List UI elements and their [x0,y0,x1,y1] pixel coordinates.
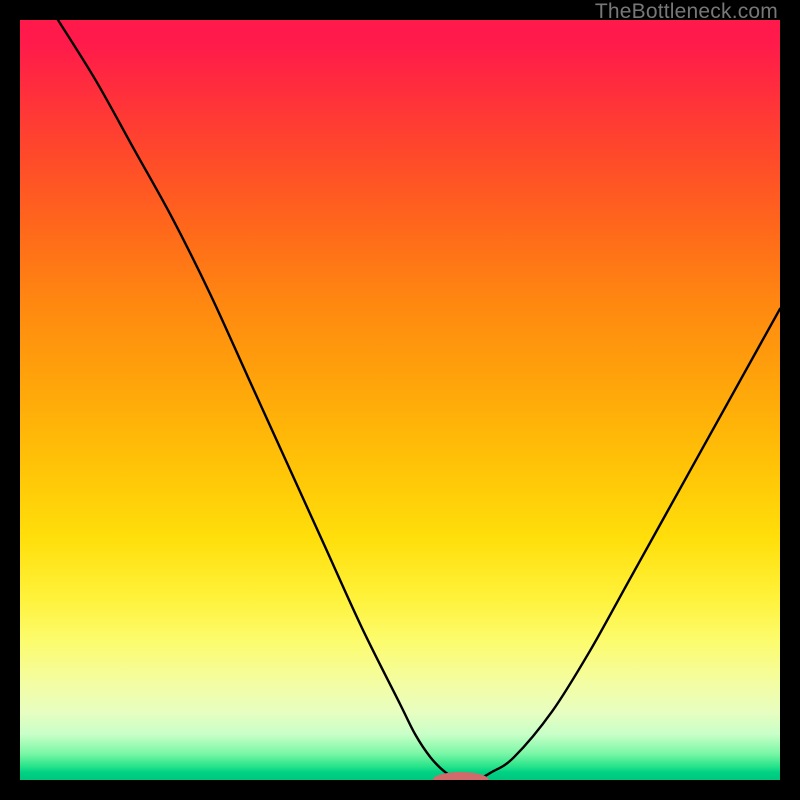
bottleneck-dot [433,772,489,780]
curve-layer [20,20,780,780]
bottleneck-curve [58,20,780,780]
chart-frame: TheBottleneck.com [0,0,800,800]
plot-area [20,20,780,780]
